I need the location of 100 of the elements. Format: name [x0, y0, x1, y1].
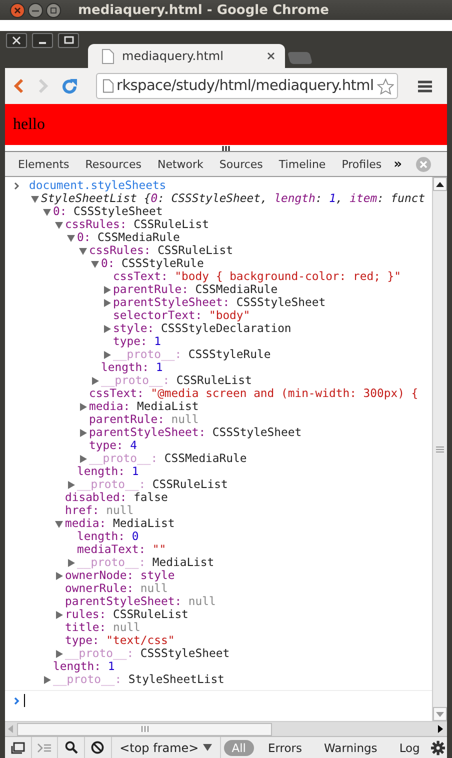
filter-button[interactable]: Warnings: [316, 740, 386, 756]
expand-arrow-icon[interactable]: [79, 428, 87, 436]
devtools-tab[interactable]: Sources: [211, 152, 271, 176]
minimize-button[interactable]: [28, 2, 43, 18]
expand-arrow-icon[interactable]: [55, 650, 63, 658]
property-line: __proto__: CSSRuleList: [101, 374, 252, 387]
expand-arrow-icon[interactable]: [79, 402, 87, 410]
prompt-chevron-icon: [14, 696, 20, 704]
property-line: disabled: false: [65, 491, 168, 504]
maximize-icon: [50, 6, 57, 14]
resize-grip-icon[interactable]: [222, 146, 230, 150]
scroll-up-button[interactable]: [433, 177, 447, 191]
star-icon[interactable]: [376, 78, 394, 94]
property-line: parentStyleSheet: CSSStyleSheet: [89, 426, 302, 439]
reload-icon[interactable]: [61, 78, 78, 94]
collapse-arrow-icon[interactable]: [79, 246, 87, 254]
down-arrow-icon: [436, 712, 444, 716]
property-line: parentRule: null: [89, 413, 199, 426]
console-command: document.styleSheets: [29, 179, 166, 192]
property-line: parentStyleSheet: null: [65, 595, 216, 608]
property-line: rules: CSSRuleList: [65, 608, 188, 621]
expand-arrow-icon[interactable]: [103, 324, 111, 332]
property-line: __proto__: MediaList: [77, 556, 214, 569]
property-line: __proto__: CSSRuleList: [77, 478, 228, 491]
collapse-arrow-icon[interactable]: [55, 220, 63, 228]
search-icon[interactable]: [64, 741, 78, 754]
expand-arrow-icon[interactable]: [67, 480, 75, 488]
up-arrow-icon: [436, 182, 444, 186]
property-line: 0: CSSStyleRule: [101, 257, 204, 270]
property-line: __proto__: CSSStyleRule: [113, 348, 271, 361]
frame-dropdown[interactable]: <top frame>: [112, 737, 221, 758]
expand-arrow-icon[interactable]: [43, 676, 51, 684]
filter-button[interactable]: Log: [391, 740, 428, 756]
expand-arrow-icon[interactable]: [55, 610, 63, 618]
clear-console-icon[interactable]: [91, 741, 104, 754]
collapse-arrow-icon[interactable]: [91, 260, 99, 268]
close-icon: [12, 36, 21, 45]
minimize-button[interactable]: [32, 33, 53, 48]
devtools-tab[interactable]: Network: [149, 152, 212, 176]
devtools-tab[interactable]: Timeline: [270, 152, 334, 176]
dock-icon[interactable]: [10, 742, 25, 754]
property-line: length: 1: [101, 361, 163, 374]
expand-arrow-icon[interactable]: [91, 376, 99, 384]
property-line: length: 0: [77, 530, 139, 543]
property-line: __proto__: CSSMediaRule: [89, 452, 247, 465]
property-line: media: MediaList: [65, 517, 175, 530]
horizontal-scrollbar[interactable]: [5, 721, 447, 736]
close-icon[interactable]: [267, 52, 275, 60]
browser-tab[interactable]: mediaquery.html: [88, 44, 285, 68]
document-icon: [103, 79, 114, 93]
property-line: __proto__: StyleSheetList: [53, 673, 224, 686]
menu-icon[interactable]: [418, 80, 432, 92]
property-line: selectorText: "body": [113, 309, 250, 322]
expand-arrow-icon[interactable]: [103, 298, 111, 306]
collapse-arrow-icon[interactable]: [67, 234, 75, 242]
expand-arrow-icon[interactable]: [103, 286, 111, 294]
tab-title: mediaquery.html: [122, 49, 224, 63]
scroll-thumb[interactable]: [17, 722, 272, 736]
property-line: length: 1: [77, 465, 139, 478]
maximize-button[interactable]: [46, 2, 61, 18]
text-cursor: [24, 694, 25, 707]
expand-arrow-icon[interactable]: [103, 350, 111, 358]
close-button[interactable]: [6, 33, 27, 48]
maximize-button[interactable]: [58, 33, 79, 48]
property-line: ownerRule: null: [65, 582, 168, 595]
caret-icon: [202, 744, 212, 751]
property-line: type: 1: [113, 335, 161, 348]
expand-arrow-icon[interactable]: [67, 558, 75, 566]
url-text: rkspace/study/html/mediaquery.html: [116, 78, 374, 94]
vertical-scrollbar[interactable]: [432, 177, 447, 721]
property-line: ownerNode: style: [65, 569, 175, 582]
property-line: cssRules: CSSRuleList: [89, 244, 233, 257]
property-line: 0: CSSStyleSheet: [53, 205, 163, 218]
property-line: cssRules: CSSRuleList: [65, 218, 209, 231]
prompt-chevron-icon: [14, 182, 20, 190]
address-bar[interactable]: rkspace/study/html/mediaquery.html: [96, 73, 398, 99]
property-line: length: 1: [53, 660, 115, 673]
settings-icon[interactable]: [430, 740, 445, 756]
scroll-grip-icon[interactable]: [436, 446, 444, 452]
collapse-arrow-icon[interactable]: [31, 194, 39, 202]
expand-arrow-icon[interactable]: [55, 572, 63, 580]
devtools-tab[interactable]: Resources: [77, 152, 150, 176]
devtools-tab[interactable]: Profiles: [334, 152, 390, 176]
devtools-tab[interactable]: Elements: [10, 152, 78, 176]
more-tabs-button[interactable]: »: [394, 156, 402, 172]
collapse-arrow-icon[interactable]: [43, 208, 51, 216]
property-line: parentStyleSheet: CSSStyleSheet: [113, 296, 326, 309]
expand-arrow-icon[interactable]: [79, 454, 87, 462]
back-icon[interactable]: [13, 78, 25, 94]
property-line: mediaText: "": [77, 543, 166, 556]
collapse-arrow-icon[interactable]: [55, 520, 63, 528]
property-line: parentRule: CSSMediaRule: [113, 283, 278, 296]
close-icon: [14, 6, 21, 14]
filter-button[interactable]: Errors: [260, 740, 310, 756]
scroll-grip-icon: [140, 726, 148, 732]
property-line: title: null: [65, 621, 140, 634]
property-line: cssText: "body { background-color: red; }": [113, 270, 402, 283]
property-line: style: CSSStyleDeclaration: [113, 322, 292, 335]
maximize-icon: [64, 36, 74, 45]
close-button[interactable]: [10, 2, 25, 18]
